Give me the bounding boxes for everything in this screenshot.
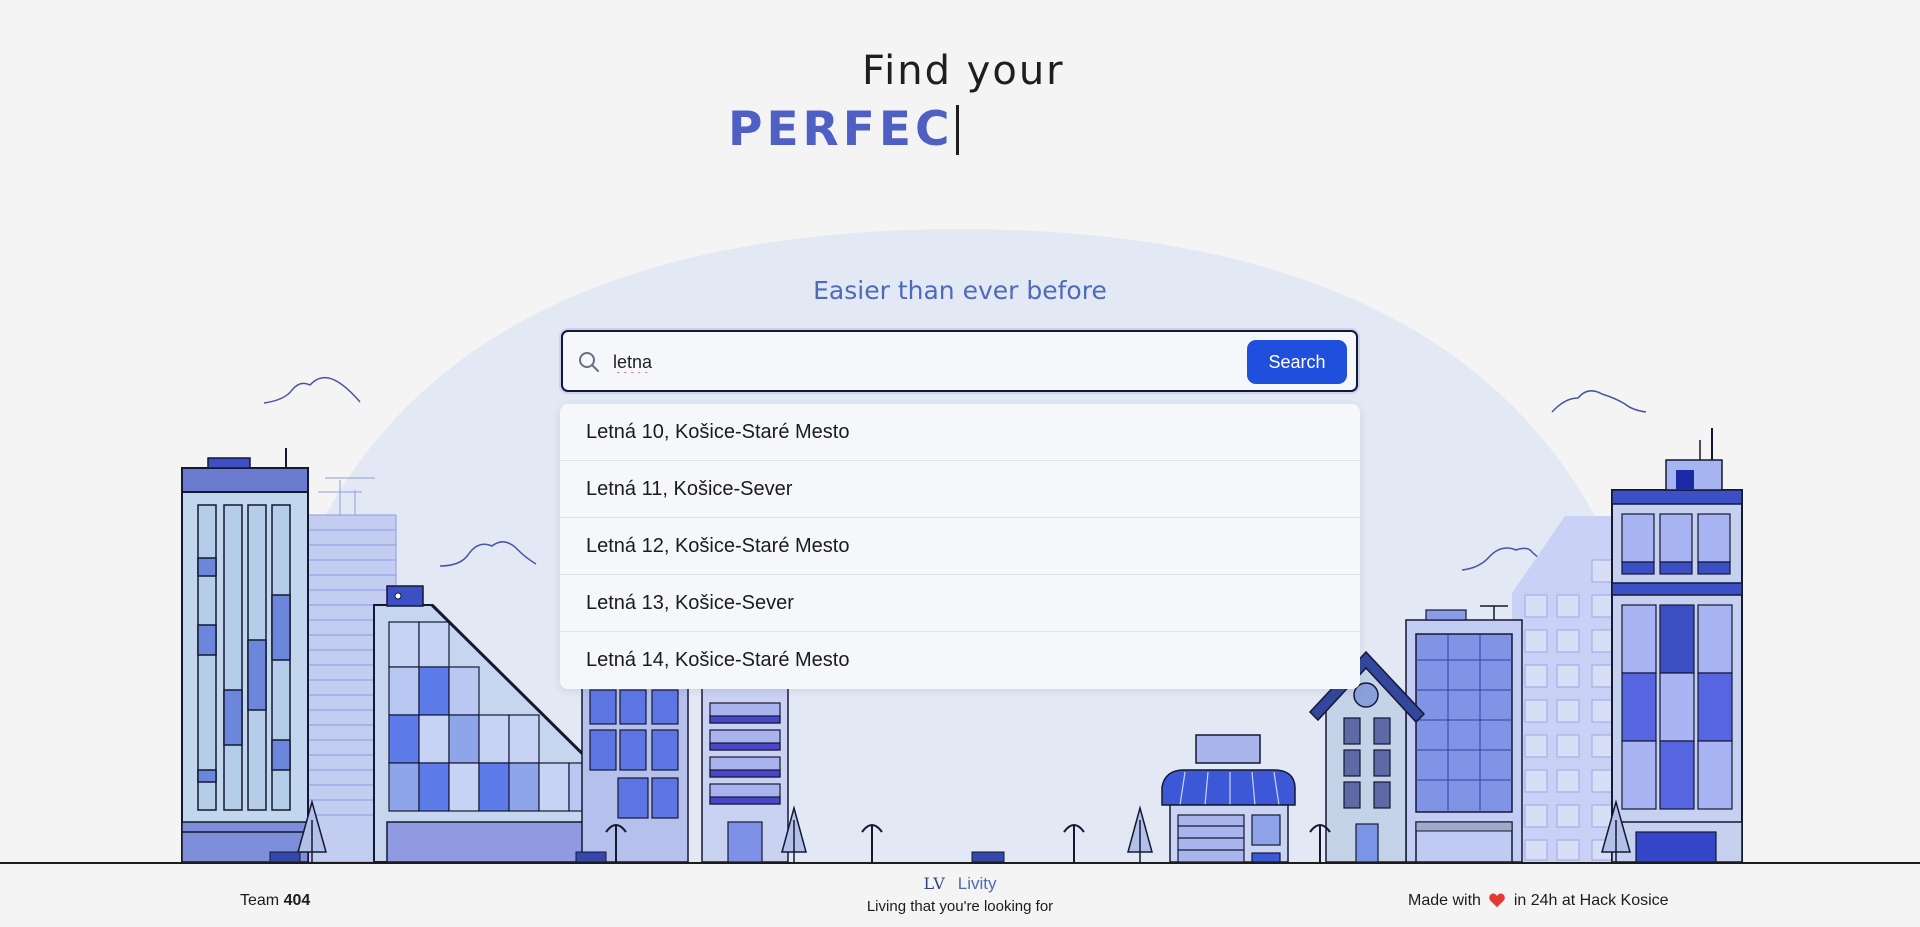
suggestion-item[interactable]: Letná 12, Košice-Staré Mesto [560,518,1360,575]
footer: Team 404 LV Livity Living that you're loo… [0,862,1920,927]
search-icon [579,352,599,372]
made-suffix: in 24h at Hack Kosice [1513,892,1669,909]
brand-logo: LV [923,874,946,893]
team-credit: Team 404 [240,892,310,910]
search-input[interactable] [611,343,1195,381]
heart-icon [1489,893,1506,908]
team-prefix: Team [240,892,280,909]
suggestion-item[interactable]: Letná 14, Košice-Staré Mesto [560,632,1360,689]
suggestions-dropdown: Letná 10, Košice-Staré Mesto Letná 11, K… [560,404,1360,689]
search-tagline: Easier than ever before [813,276,1107,305]
team-number: 404 [283,892,311,909]
brand-name: Livity [957,874,997,893]
footer-brand: LV Livity Living that you're looking for [760,874,1160,915]
suggestion-item[interactable]: Letná 11, Košice-Sever [560,461,1360,518]
brand-tagline: Living that you're looking for [866,898,1054,915]
search-box: Search [561,330,1358,392]
suggestion-item[interactable]: Letná 13, Košice-Sever [560,575,1360,632]
made-with-credit: Made with in 24h at Hack Kosice [1408,892,1669,910]
brand-line[interactable]: LV Livity [760,874,1160,894]
search-button[interactable]: Search [1247,340,1347,384]
made-prefix: Made with [1408,892,1481,909]
suggestion-item[interactable]: Letná 10, Košice-Staré Mesto [560,404,1360,461]
